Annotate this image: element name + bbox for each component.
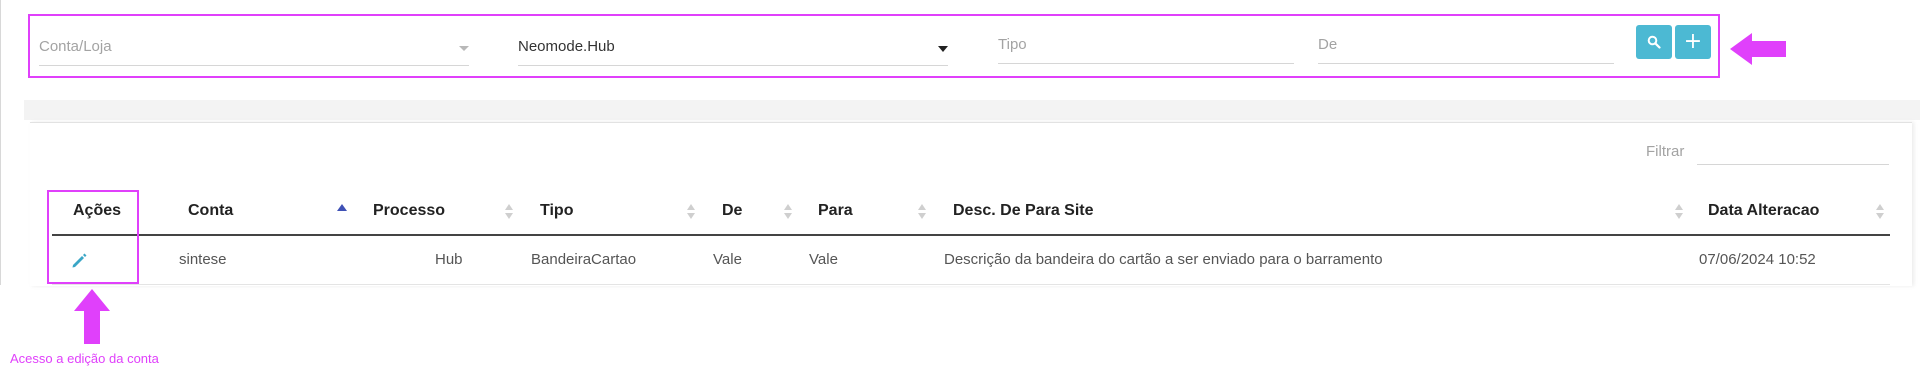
column-header-conta[interactable]: Conta bbox=[188, 202, 233, 220]
hub-select-value: Neomode.Hub bbox=[518, 38, 615, 55]
annotation-highlight-box bbox=[47, 190, 139, 284]
cell-de: Vale bbox=[713, 251, 742, 268]
column-header-para[interactable]: Para bbox=[818, 202, 853, 220]
left-border bbox=[0, 0, 1, 285]
filter-bar: Conta/Loja Neomode.Hub Tipo De + bbox=[28, 14, 1720, 78]
annotation-arrow-left-icon bbox=[1730, 33, 1786, 65]
column-header-data-alteracao[interactable]: Data Alteracao bbox=[1708, 202, 1819, 220]
sort-icon[interactable] bbox=[784, 204, 792, 220]
column-header-processo[interactable]: Processo bbox=[373, 202, 445, 220]
header-divider bbox=[52, 234, 1890, 236]
annotation-arrow-up-icon bbox=[74, 289, 110, 344]
column-header-de[interactable]: De bbox=[722, 202, 742, 220]
de-input[interactable]: De bbox=[1318, 36, 1614, 64]
tipo-input[interactable]: Tipo bbox=[998, 36, 1294, 64]
chevron-down-icon bbox=[459, 46, 469, 51]
filter-label: Filtrar bbox=[1646, 143, 1685, 160]
sort-icon[interactable] bbox=[1675, 204, 1683, 220]
search-button[interactable] bbox=[1636, 25, 1672, 59]
section-divider bbox=[24, 100, 1920, 120]
cell-conta: sintese bbox=[179, 251, 227, 268]
conta-loja-placeholder: Conta/Loja bbox=[39, 38, 112, 55]
search-icon bbox=[1647, 35, 1661, 49]
cell-processo: Hub bbox=[435, 251, 463, 268]
sort-icon[interactable] bbox=[687, 204, 695, 220]
page: Conta/Loja Neomode.Hub Tipo De + Filtrar… bbox=[0, 0, 1920, 376]
cell-tipo: BandeiraCartao bbox=[531, 251, 637, 268]
row-divider bbox=[52, 284, 1890, 285]
conta-loja-select[interactable]: Conta/Loja bbox=[39, 38, 469, 66]
column-header-tipo[interactable]: Tipo bbox=[540, 202, 573, 220]
table-filter-input[interactable] bbox=[1697, 137, 1889, 165]
annotation-caption: Acesso a edição da conta bbox=[10, 351, 159, 366]
de-placeholder: De bbox=[1318, 36, 1338, 53]
column-header-desc[interactable]: Desc. De Para Site bbox=[953, 202, 1094, 220]
cell-para: Vale bbox=[809, 251, 838, 268]
hub-select[interactable]: Neomode.Hub bbox=[518, 38, 948, 66]
sort-icon[interactable] bbox=[1876, 204, 1884, 220]
cell-desc: Descrição da bandeira do cartão a ser en… bbox=[944, 251, 1383, 268]
sort-ascending-icon[interactable] bbox=[337, 204, 347, 211]
sort-icon[interactable] bbox=[505, 204, 513, 220]
chevron-down-icon bbox=[938, 46, 948, 52]
tipo-placeholder: Tipo bbox=[998, 36, 1027, 53]
add-button[interactable]: + bbox=[1675, 25, 1711, 59]
cell-data-alteracao: 07/06/2024 10:52 bbox=[1699, 251, 1816, 268]
add-label: + bbox=[1683, 29, 1703, 54]
sort-icon[interactable] bbox=[918, 204, 926, 220]
